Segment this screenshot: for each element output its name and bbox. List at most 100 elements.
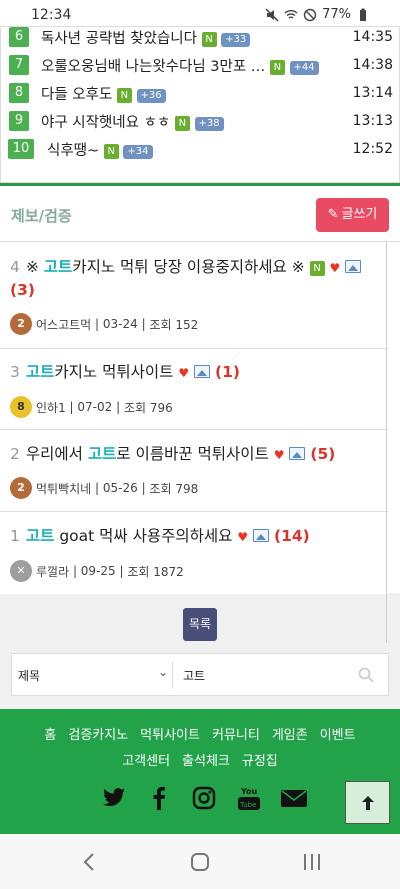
comment-count[interactable]: (1) [215, 363, 240, 381]
back-icon[interactable] [77, 850, 101, 874]
comment-count[interactable]: (14) [274, 527, 310, 545]
comment-count-badge: +34 [123, 144, 153, 159]
table-row[interactable]: 4 ※ 고트카지노 먹튀 당장 이용중지하세요 ※ N ♥ (3) 2 어스고트먹… [0, 242, 388, 349]
facebook-icon[interactable] [145, 784, 173, 812]
scroll-top-button[interactable] [345, 781, 390, 824]
list-item[interactable]: 7 오룰오웅님배 나는왓수다님 3만포 … N +44 14:38 [1, 50, 400, 80]
search-bar: 제목 ⌄ 고트 [11, 653, 389, 696]
list-item[interactable]: 8 다들 오후도 N +36 13:14 [1, 78, 400, 108]
view-count: 조회 798 [149, 481, 199, 496]
post-title[interactable]: 식후땡~ N +34 [47, 139, 153, 160]
level-icon: 8 [10, 396, 32, 418]
footer-link-scam-sites[interactable]: 먹튀사이트 [140, 728, 200, 743]
post-meta: ✕ 루껄라 | 09-25 | 조회 1872 [10, 560, 184, 582]
new-badge: N [201, 31, 217, 47]
author[interactable]: 인하1 [36, 399, 66, 416]
post-title[interactable]: 야구 시작햇네요 ㅎㅎ N +38 [41, 111, 224, 132]
write-button[interactable]: ✎ 글쓰기 [316, 198, 389, 232]
keyword-highlight: 고트 [25, 527, 55, 545]
post-title-text: 독사년 공략법 찾았습니다 [41, 30, 197, 47]
recents-icon[interactable] [300, 850, 324, 874]
report-board: 제보/검증 ✎ 글쓰기 4 ※ 고트카지노 먹튀 당장 이용중지하세요 ※ N ♥ … [0, 183, 400, 643]
instagram-icon[interactable] [190, 784, 218, 812]
comment-count-badge: +44 [289, 60, 319, 75]
footer-link-attendance[interactable]: 출석체크 [182, 754, 230, 769]
rank-badge: 8 [9, 83, 29, 103]
post-title-prefix: 우리에서 [25, 445, 88, 463]
image-icon [194, 365, 211, 378]
youtube-icon[interactable]: Tube You [235, 784, 263, 812]
footer-link-community[interactable]: 커뮤니티 [212, 728, 260, 743]
footer-nav-2: 고객센터 출석체크 규정집 [0, 750, 400, 769]
post-title-text: 카지노 먹튀사이트 [54, 363, 174, 381]
comment-count[interactable]: (5) [310, 445, 335, 463]
post-title[interactable]: 3 고트카지노 먹튀사이트 ♥ (1) [10, 361, 240, 384]
twitter-icon[interactable] [100, 784, 128, 812]
footer-link-verified-casino[interactable]: 검증카지노 [68, 728, 128, 743]
scrollbar-track[interactable] [386, 241, 387, 643]
post-title[interactable]: 다들 오후도 N +36 [41, 83, 166, 104]
post-title-text: 오룰오웅님배 나는왓수다님 3만포 … [41, 58, 266, 75]
footer-link-event[interactable]: 이벤트 [320, 728, 356, 743]
list-item[interactable]: 9 야구 시작햇네요 ㅎㅎ N +38 13:13 [1, 106, 400, 136]
list-button[interactable]: 목록 [183, 608, 217, 641]
rank-badge: 10 [8, 139, 34, 159]
post-time: 13:13 [352, 113, 393, 129]
image-icon [289, 447, 306, 460]
arrow-up-icon [361, 795, 374, 810]
view-count: 조회 152 [149, 317, 199, 332]
list-item[interactable]: 10 식후땡~ N +34 12:52 [1, 134, 400, 164]
view-count: 조회 1872 [127, 564, 184, 579]
post-title[interactable]: 4 ※ 고트카지노 먹튀 당장 이용중지하세요 ※ N ♥ (3) [10, 256, 380, 301]
table-row[interactable]: 1 고트 goat 먹싸 사용주의하세요 ♥ (14) ✕ 루껄라 | 09-25… [0, 512, 388, 594]
footer-link-home[interactable]: 홈 [44, 728, 56, 743]
wifi-icon [284, 9, 298, 19]
post-title[interactable]: 1 고트 goat 먹싸 사용주의하세요 ♥ (14) [10, 525, 310, 548]
post-title[interactable]: 2 우리에서 고트로 이름바꾼 먹튀사이트 ♥ (5) [10, 443, 335, 466]
post-time: 14:38 [352, 57, 393, 73]
post-number: 3 [10, 363, 20, 381]
home-icon[interactable] [188, 850, 212, 874]
table-row[interactable]: 3 고트카지노 먹튀사이트 ♥ (1) 8 인하1 | 07-02 | 조회 79… [0, 349, 388, 430]
popular-posts-list: 6 독사년 공략법 찾았습니다 N +33 14:35 7 오룰오웅님배 나는왓… [0, 26, 400, 183]
post-meta: 8 인하1 | 07-02 | 조회 796 [10, 396, 173, 418]
svg-text:You: You [240, 787, 258, 796]
search-field-select[interactable]: 제목 [18, 667, 40, 684]
android-nav-bar [0, 834, 400, 889]
comment-count[interactable]: (3) [10, 281, 35, 299]
post-title-text: 카지노 먹튀 당장 이용중지하세요 ※ [72, 258, 305, 276]
rank-badge: 6 [9, 27, 29, 47]
footer-link-gamezone[interactable]: 게임존 [272, 728, 308, 743]
footer-nav: 홈 검증카지노 먹튀사이트 커뮤니티 게임존 이벤트 [0, 724, 400, 743]
image-icon [345, 260, 362, 273]
post-title-text: 식후땡~ [47, 142, 100, 159]
footer-link-support[interactable]: 고객센터 [122, 754, 170, 769]
list-item[interactable]: 6 독사년 공략법 찾았습니다 N +33 14:35 [1, 22, 400, 52]
comment-count-badge: +33 [221, 32, 251, 47]
heart-icon: ♥ [237, 530, 249, 544]
level-icon: 2 [10, 313, 32, 335]
post-title[interactable]: 독사년 공략법 찾았습니다 N +33 [41, 27, 251, 48]
table-row[interactable]: 2 우리에서 고트로 이름바꾼 먹튀사이트 ♥ (5) 2 먹튀빡치네 | 05-… [0, 430, 388, 512]
author[interactable]: 먹튀빡치네 [36, 480, 91, 497]
post-title-text: 야구 시작햇네요 ㅎㅎ [41, 114, 171, 131]
post-number: 4 [10, 258, 20, 276]
image-icon [253, 529, 270, 542]
new-badge: N [103, 143, 119, 159]
view-count: 조회 796 [123, 400, 173, 415]
post-title[interactable]: 오룰오웅님배 나는왓수다님 3만포 … N +44 [41, 55, 319, 76]
post-number: 2 [10, 445, 20, 463]
author[interactable]: 루껄라 [36, 563, 69, 580]
heart-icon: ♥ [178, 366, 190, 380]
mail-icon[interactable] [280, 784, 308, 812]
chevron-down-icon[interactable]: ⌄ [158, 665, 168, 679]
search-input[interactable]: 고트 [183, 667, 205, 684]
search-icon[interactable] [358, 667, 374, 683]
dnd-icon [303, 8, 317, 21]
author[interactable]: 어스고트먹 [36, 316, 91, 333]
post-time: 12:52 [352, 141, 393, 157]
divider [172, 662, 173, 689]
battery-icon [360, 8, 366, 21]
footer-link-rules[interactable]: 규정집 [242, 754, 278, 769]
post-title-text: 다들 오후도 [41, 86, 113, 103]
